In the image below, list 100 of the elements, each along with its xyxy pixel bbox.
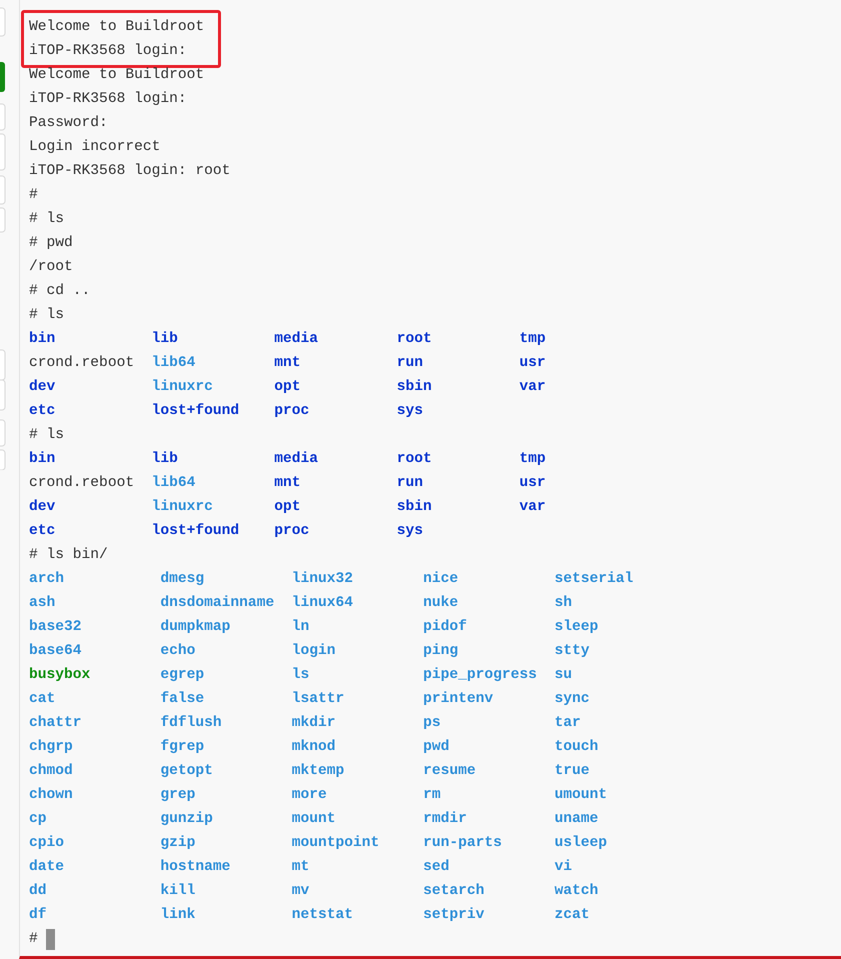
file-name: root — [396, 450, 433, 469]
file-name: pwd — [423, 738, 450, 757]
file-name: login — [292, 642, 337, 661]
file-name: cp — [29, 810, 48, 829]
file-name: ping — [423, 642, 460, 661]
file-name: lib64 — [152, 354, 196, 373]
file-name: cpio — [29, 834, 66, 853]
prompt-text: # — [29, 930, 38, 949]
file-name: usleep — [554, 834, 608, 853]
file-name: lost+found — [152, 402, 240, 421]
file-name: false — [160, 690, 206, 709]
file-name: egrep — [160, 666, 206, 685]
terminal-line: # ls — [29, 210, 66, 229]
file-name: mktemp — [292, 762, 346, 781]
file-name: opt — [274, 378, 302, 397]
file-name: dev — [29, 498, 56, 517]
file-name: tmp — [519, 330, 547, 349]
file-name: cat — [29, 690, 56, 709]
file-name: ps — [423, 714, 442, 733]
file-name: nice — [423, 570, 460, 589]
file-name: watch — [554, 882, 600, 901]
file-name: usr — [519, 354, 547, 373]
file-name: chown — [29, 786, 74, 805]
file-name: stty — [554, 642, 590, 661]
file-name: run — [396, 474, 424, 493]
file-name: grep — [160, 786, 196, 805]
file-name: linux32 — [292, 570, 354, 589]
file-name: ln — [292, 618, 310, 637]
file-name: hostname — [160, 858, 232, 877]
file-name: sbin — [396, 498, 433, 517]
file-name: linuxrc — [152, 378, 214, 397]
file-name: busybox — [29, 666, 92, 685]
file-name: mv — [292, 882, 310, 901]
terminal-line: Login incorrect — [29, 138, 162, 157]
file-name: chmod — [29, 762, 74, 781]
file-name: tmp — [519, 450, 547, 469]
file-name: etc — [29, 522, 56, 541]
file-name: media — [274, 450, 319, 469]
file-name: dmesg — [160, 570, 206, 589]
file-name: linuxrc — [152, 498, 214, 517]
file-name: chattr — [29, 714, 83, 733]
file-name: run — [396, 354, 424, 373]
file-name: kill — [160, 882, 196, 901]
file-name: link — [160, 906, 196, 925]
file-name: echo — [160, 642, 196, 661]
file-name: uname — [554, 810, 600, 829]
file-name: arch — [29, 570, 66, 589]
file-name: mt — [292, 858, 310, 877]
file-name: gunzip — [160, 810, 214, 829]
file-name: gzip — [160, 834, 196, 853]
terminal-line: /root — [29, 258, 74, 277]
terminal-line: # pwd — [29, 234, 74, 253]
file-name: setpriv — [423, 906, 486, 925]
file-name: fdflush — [160, 714, 223, 733]
file-name: resume — [423, 762, 477, 781]
file-name: sed — [423, 858, 450, 877]
terminal-line: # ls bin/ — [29, 546, 109, 565]
file-name: mountpoint — [292, 834, 380, 853]
file-name: zcat — [554, 906, 590, 925]
file-name: var — [519, 498, 547, 517]
file-name: var — [519, 378, 547, 397]
file-name: dd — [29, 882, 48, 901]
file-name: opt — [274, 498, 302, 517]
file-name: lib64 — [152, 474, 196, 493]
file-name: base64 — [29, 642, 83, 661]
terminal-line: # cd .. — [29, 282, 92, 301]
file-name: su — [554, 666, 573, 685]
file-name: mknod — [292, 738, 337, 757]
file-name: crond.reboot — [29, 474, 136, 493]
file-name: true — [554, 762, 590, 781]
file-name: umount — [554, 786, 608, 805]
file-name: netstat — [292, 906, 354, 925]
file-name: sleep — [554, 618, 600, 637]
file-name: proc — [274, 522, 310, 541]
terminal-line: iTOP-RK3568 login: root — [29, 162, 232, 181]
file-name: crond.reboot — [29, 354, 136, 373]
file-name: root — [396, 330, 433, 349]
file-name: lsattr — [292, 690, 346, 709]
file-name: getopt — [160, 762, 214, 781]
file-name: sync — [554, 690, 590, 709]
file-name: lost+found — [152, 522, 240, 541]
file-name: vi — [554, 858, 573, 877]
file-name: mnt — [274, 474, 302, 493]
file-name: rmdir — [423, 810, 468, 829]
file-name: df — [29, 906, 48, 925]
file-name: run-parts — [423, 834, 503, 853]
terminal-line: iTOP-RK3568 login: — [29, 90, 188, 109]
file-name: linux64 — [292, 594, 354, 613]
file-name: nuke — [423, 594, 460, 613]
file-name: pidof — [423, 618, 468, 637]
file-name: dnsdomainname — [160, 594, 276, 613]
file-name: ash — [29, 594, 56, 613]
terminal-line: # — [29, 186, 39, 205]
file-name: bin — [29, 330, 56, 349]
terminal-line: # ls — [29, 426, 66, 445]
file-name: sys — [396, 402, 424, 421]
terminal-line: Welcome to Buildroot — [29, 18, 206, 37]
file-name: mkdir — [292, 714, 337, 733]
file-name: etc — [29, 402, 56, 421]
file-name: lib — [152, 450, 179, 469]
